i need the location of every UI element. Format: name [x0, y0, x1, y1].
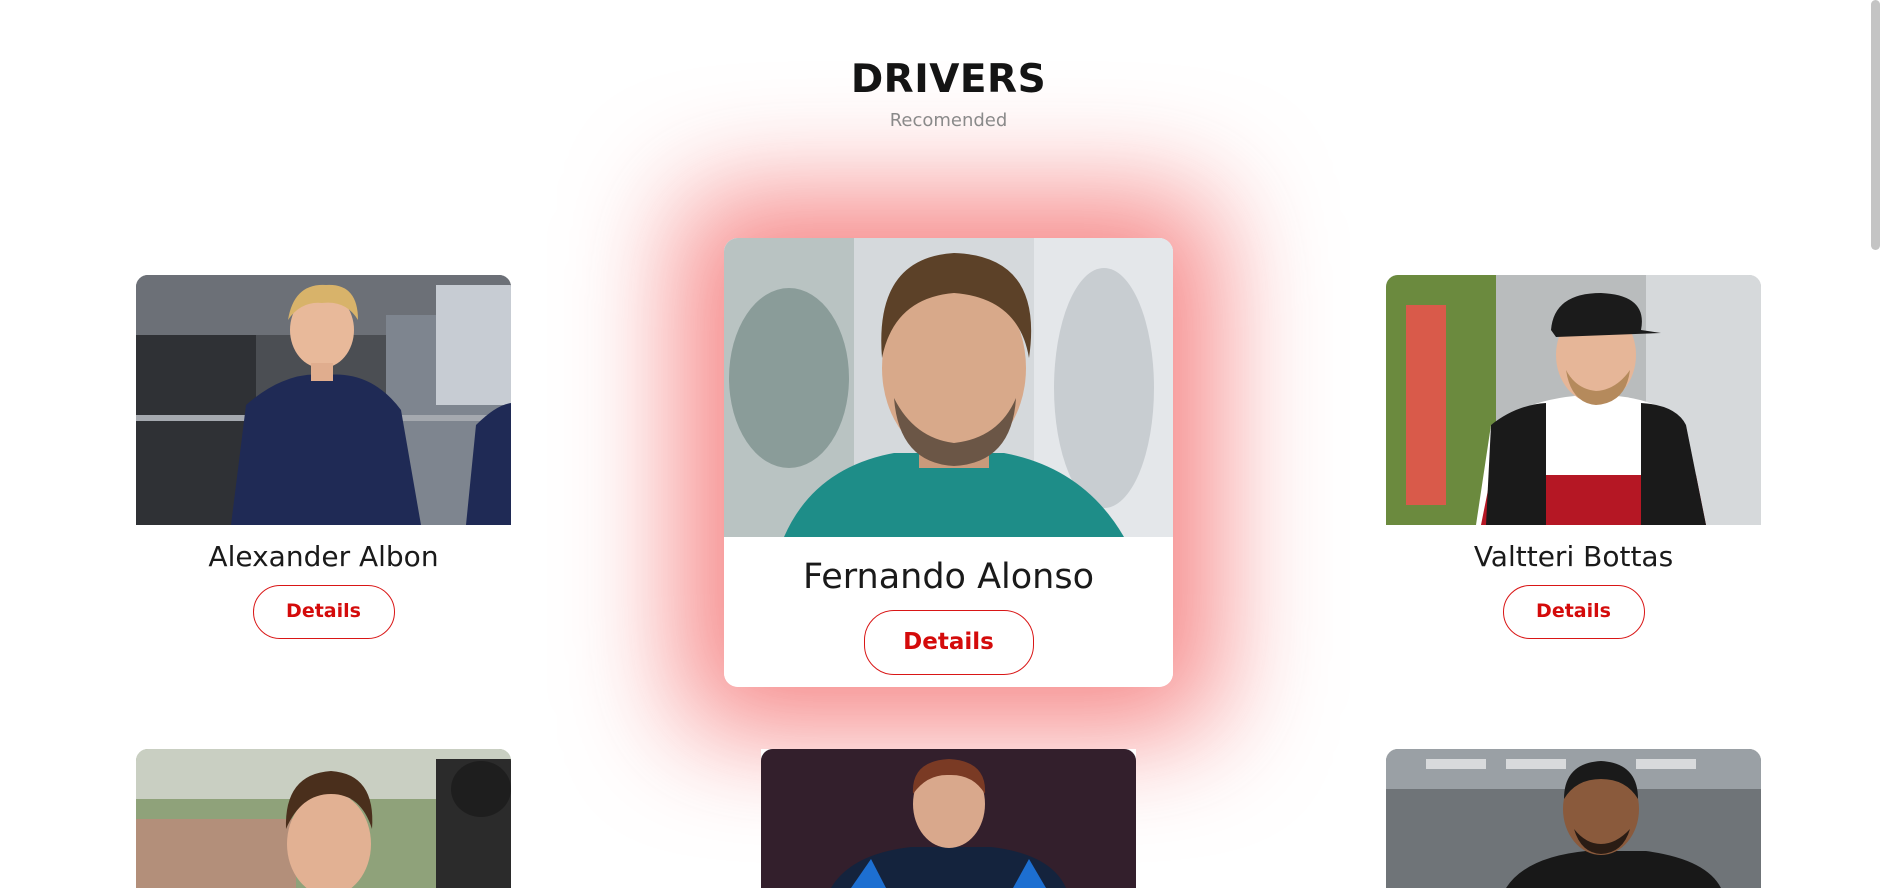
driver-name: Alexander Albon	[208, 540, 439, 573]
driver-card-row2-center	[761, 749, 1136, 888]
driver-photo-row2-right	[1386, 749, 1761, 888]
scrollbar[interactable]	[1867, 0, 1884, 888]
driver-photo-row2-center	[761, 749, 1136, 888]
driver-card-alonso: Fernando Alonso Details	[724, 238, 1173, 687]
drivers-page: DRIVERS Recomended Alexander Albon Detai…	[0, 0, 1884, 888]
details-button[interactable]: Details	[863, 610, 1034, 675]
details-button[interactable]: Details	[252, 585, 395, 639]
driver-card-bottas: Valtteri Bottas Details	[1386, 275, 1761, 639]
driver-photo-bottas	[1386, 275, 1761, 525]
page-subtitle: Recomended	[889, 110, 1008, 131]
driver-photo-alonso	[724, 238, 1173, 537]
driver-photo-albon	[136, 275, 511, 525]
page-header: DRIVERS Recomended	[0, 56, 1884, 132]
details-button[interactable]: Details	[1502, 585, 1645, 639]
driver-name: Valtteri Bottas	[1473, 540, 1674, 573]
driver-name: Fernando Alonso	[802, 557, 1094, 597]
driver-card-albon: Alexander Albon Details	[136, 275, 511, 639]
driver-photo-row2-left	[136, 749, 511, 888]
page-title: DRIVERS	[850, 57, 1047, 102]
driver-card-row2-right	[1386, 749, 1761, 888]
driver-card-row2-left	[136, 749, 511, 888]
